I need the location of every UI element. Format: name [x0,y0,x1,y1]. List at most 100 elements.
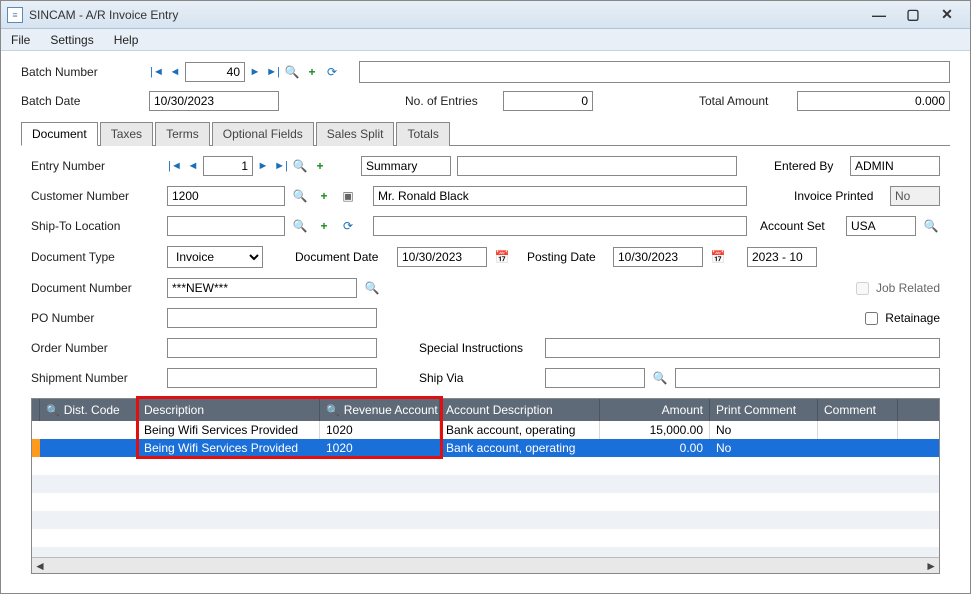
grid-row-empty[interactable] [32,547,939,557]
last-icon[interactable]: ►| [265,63,281,81]
col-print-comment[interactable]: Print Comment [710,399,818,421]
shipto-search-icon[interactable]: 🔍 [291,217,309,235]
col-revenue-account[interactable]: 🔍Revenue Account [320,399,440,421]
account-set-input[interactable]: USA [846,216,916,236]
docdate-input[interactable]: 10/30/2023 [397,247,487,267]
account-set-search-icon[interactable]: 🔍 [922,217,940,235]
detail-grid: 🔍Dist. Code Description 🔍Revenue Account… [31,398,940,574]
special-label: Special Instructions [419,341,539,355]
new-icon[interactable]: + [303,63,321,81]
col-amount[interactable]: Amount [600,399,710,421]
col-comment[interactable]: Comment [818,399,898,421]
shipvia-desc-input[interactable] [675,368,940,388]
batch-number-input[interactable] [185,62,245,82]
scroll-right-icon[interactable]: ► [925,559,937,573]
tab-sales-split[interactable]: Sales Split [316,122,395,146]
docnum-input[interactable]: ***NEW*** [167,278,357,298]
batch-date-input[interactable]: 10/30/2023 [149,91,279,111]
customer-drill-icon[interactable]: ▣ [339,187,357,205]
docnum-search-icon[interactable]: 🔍 [363,279,381,297]
menu-file[interactable]: File [11,33,30,47]
grid-row-empty[interactable] [32,475,939,493]
entry-number-label: Entry Number [31,159,161,173]
menu-bar: File Settings Help [1,29,970,51]
shipto-new-icon[interactable]: + [315,217,333,235]
next-icon[interactable]: ► [247,63,263,81]
batch-number-label: Batch Number [21,65,141,79]
grid-row-empty[interactable] [32,493,939,511]
order-input[interactable] [167,338,377,358]
doctype-select[interactable]: Invoice [167,246,263,268]
shipto-zoom-icon[interactable]: ⟳ [339,217,357,235]
title-bar: ≡ SINCAM - A/R Invoice Entry — ▢ ✕ [1,1,970,29]
docnum-label: Document Number [31,281,161,295]
shipvia-label: Ship Via [419,371,539,385]
grid-row-selected[interactable]: Being Wifi Services Provided 1020 Bank a… [32,439,939,457]
postdate-input[interactable]: 10/30/2023 [613,247,703,267]
app-icon: ≡ [7,7,23,23]
customer-label: Customer Number [31,189,161,203]
customer-input[interactable]: 1200 [167,186,285,206]
invoice-printed-label: Invoice Printed [794,189,884,203]
shipto-desc [373,216,747,236]
close-button[interactable]: ✕ [930,5,964,25]
grid-row-empty[interactable] [32,457,939,475]
search-icon: 🔍 [326,404,340,417]
entry-search-icon[interactable]: 🔍 [291,157,309,175]
scroll-left-icon[interactable]: ◄ [34,559,46,573]
col-description[interactable]: Description [138,399,320,421]
order-label: Order Number [31,341,161,355]
shipvia-code-input[interactable] [545,368,645,388]
customer-search-icon[interactable]: 🔍 [291,187,309,205]
entry-last-icon[interactable]: ►| [273,157,289,175]
entries-value: 0 [503,91,593,111]
grid-body[interactable]: Being Wifi Services Provided 1020 Bank a… [32,421,939,557]
retainage-check[interactable]: Retainage [861,309,940,328]
docdate-label: Document Date [295,250,391,264]
summary-label-box: Summary [361,156,451,176]
maximize-button[interactable]: ▢ [896,5,930,25]
postdate-label: Posting Date [527,250,607,264]
tab-document[interactable]: Document [21,122,98,146]
entry-next-icon[interactable]: ► [255,157,271,175]
grid-row[interactable]: Being Wifi Services Provided 1020 Bank a… [32,421,939,439]
search-icon[interactable]: 🔍 [283,63,301,81]
menu-help[interactable]: Help [114,33,139,47]
entry-new-icon[interactable]: + [311,157,329,175]
summary-input[interactable] [457,156,737,176]
shipment-label: Shipment Number [31,371,161,385]
entry-prev-icon[interactable]: ◄ [185,157,201,175]
special-input[interactable] [545,338,940,358]
total-value: 0.000 [797,91,950,111]
col-account-desc[interactable]: Account Description [440,399,600,421]
batch-description-input[interactable] [359,61,950,83]
refresh-icon[interactable]: ⟳ [323,63,341,81]
tab-optional-fields[interactable]: Optional Fields [212,122,314,146]
shipment-input[interactable] [167,368,377,388]
entry-number-input[interactable] [203,156,253,176]
menu-settings[interactable]: Settings [50,33,93,47]
entered-by-value: ADMIN [850,156,940,176]
account-set-label: Account Set [760,219,840,233]
batch-date-label: Batch Date [21,94,141,108]
tab-taxes[interactable]: Taxes [100,122,153,146]
document-pane: Entry Number |◄ ◄ ► ►| 🔍 + Summary Enter… [21,146,950,574]
prev-icon[interactable]: ◄ [167,63,183,81]
tab-totals[interactable]: Totals [396,122,449,146]
shipto-input[interactable] [167,216,285,236]
grid-row-empty[interactable] [32,511,939,529]
entry-first-icon[interactable]: |◄ [167,157,183,175]
horizontal-scrollbar[interactable]: ◄ ► [32,557,939,573]
minimize-button[interactable]: — [862,5,896,25]
customer-name: Mr. Ronald Black [373,186,747,206]
postdate-cal-icon[interactable]: 📅 [709,248,727,266]
grid-row-empty[interactable] [32,529,939,547]
tab-terms[interactable]: Terms [155,122,210,146]
job-related-check[interactable]: Job Related [852,279,940,298]
po-input[interactable] [167,308,377,328]
col-dist-code[interactable]: 🔍Dist. Code [40,399,138,421]
shipvia-search-icon[interactable]: 🔍 [651,369,669,387]
docdate-cal-icon[interactable]: 📅 [493,248,511,266]
first-icon[interactable]: |◄ [149,63,165,81]
customer-new-icon[interactable]: + [315,187,333,205]
